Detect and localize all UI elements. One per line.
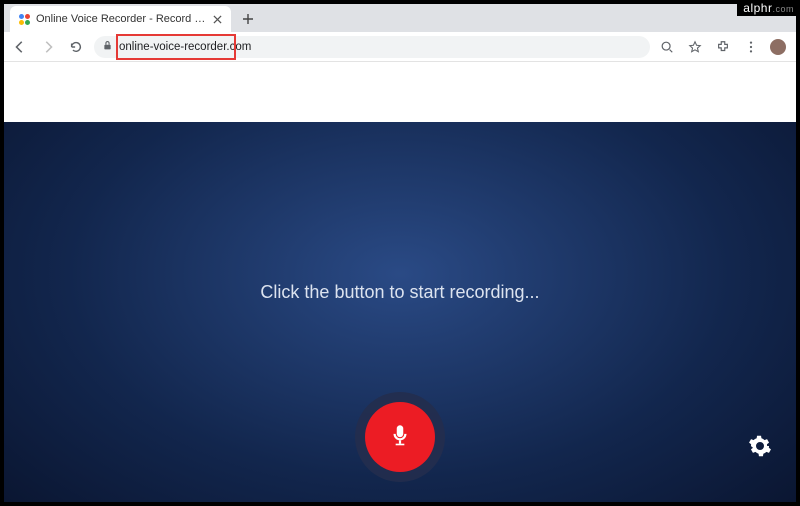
page-header-space (4, 62, 796, 122)
reload-button[interactable] (66, 37, 86, 57)
settings-button[interactable] (746, 434, 774, 462)
browser-tab[interactable]: Online Voice Recorder - Record … (10, 6, 231, 32)
lock-icon (102, 38, 113, 56)
zoom-icon[interactable] (658, 38, 676, 56)
instruction-text: Click the button to start recording... (260, 282, 539, 303)
extensions-icon[interactable] (714, 38, 732, 56)
address-bar[interactable]: online-voice-recorder.com (94, 36, 650, 58)
watermark-badge: alphr.com (737, 0, 800, 16)
tab-favicon (18, 13, 30, 25)
url-highlight-annotation (116, 34, 236, 60)
forward-button[interactable] (38, 37, 58, 57)
recorder-panel: Click the button to start recording... (4, 122, 796, 502)
gear-icon (748, 434, 772, 463)
page-content: Click the button to start recording... (4, 62, 796, 502)
record-button[interactable] (365, 402, 435, 472)
new-tab-button[interactable] (237, 8, 259, 30)
watermark-suffix: .com (772, 4, 794, 14)
bookmark-icon[interactable] (686, 38, 704, 56)
close-icon[interactable] (211, 13, 223, 25)
menu-icon[interactable] (742, 38, 760, 56)
watermark-brand: alphr (743, 1, 772, 15)
microphone-icon (387, 422, 413, 453)
profile-avatar[interactable] (770, 39, 786, 55)
toolbar-right-icons (658, 38, 790, 56)
browser-toolbar: online-voice-recorder.com (4, 32, 796, 62)
back-button[interactable] (10, 37, 30, 57)
tab-title: Online Voice Recorder - Record … (36, 13, 205, 25)
tab-strip: Online Voice Recorder - Record … (4, 4, 796, 32)
